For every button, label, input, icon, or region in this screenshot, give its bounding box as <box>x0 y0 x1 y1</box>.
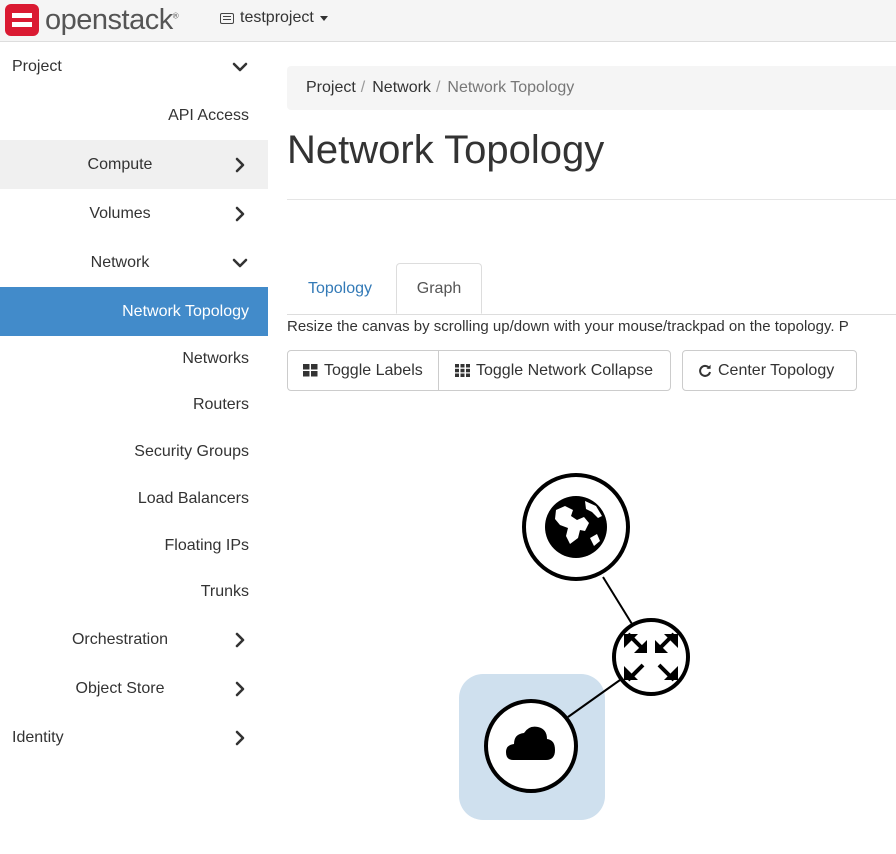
router-icon[interactable] <box>612 618 690 696</box>
external-network-globe-icon[interactable] <box>522 473 630 581</box>
link-external-router <box>602 576 633 625</box>
topology-canvas[interactable] <box>0 0 896 854</box>
network-cloud-icon[interactable] <box>484 699 578 793</box>
